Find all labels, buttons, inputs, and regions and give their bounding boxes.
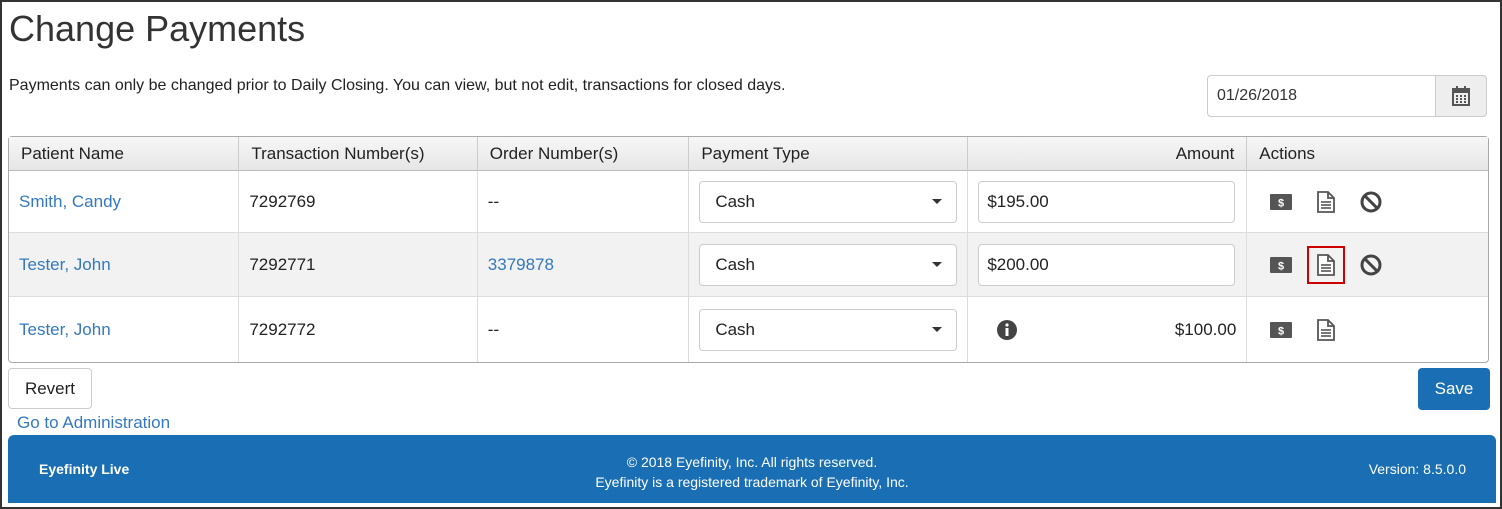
- footer: Eyefinity Live © 2018 Eyefinity, Inc. Al…: [8, 435, 1496, 503]
- amount-cell: $100.00: [978, 319, 1236, 341]
- header-payment-type: Payment Type: [689, 137, 969, 171]
- payment-type-value: Cash: [715, 254, 755, 274]
- table-row: Tester, John 7292771 3379878 Cash $: [9, 233, 1488, 297]
- chevron-down-icon: [932, 327, 943, 332]
- payments-table: Patient Name Transaction Number(s) Order…: [8, 136, 1489, 363]
- patient-link[interactable]: Tester, John: [19, 255, 111, 274]
- table-row: Smith, Candy 7292769 -- Cash $: [9, 171, 1488, 233]
- transaction-number: 7292769: [239, 171, 478, 233]
- transaction-number: 7292771: [239, 233, 478, 297]
- save-button[interactable]: Save: [1418, 368, 1490, 410]
- date-input[interactable]: [1207, 75, 1436, 117]
- table-row: Tester, John 7292772 -- Cash $100.00 $: [9, 297, 1488, 362]
- header-actions: Actions: [1247, 137, 1488, 171]
- chevron-down-icon: [932, 262, 943, 267]
- dollar-bill-icon: $: [1270, 256, 1293, 273]
- void-button[interactable]: [1355, 249, 1387, 281]
- date-picker: [1207, 75, 1487, 117]
- header-patient-name: Patient Name: [9, 137, 240, 171]
- table-header-row: Patient Name Transaction Number(s) Order…: [9, 137, 1488, 171]
- footer-legal: © 2018 Eyefinity, Inc. All rights reserv…: [8, 452, 1496, 492]
- header-transaction-number: Transaction Number(s): [239, 137, 478, 171]
- amount-input[interactable]: [978, 243, 1236, 286]
- header-order-number: Order Number(s): [477, 137, 690, 171]
- calendar-button[interactable]: [1436, 75, 1487, 117]
- patient-link[interactable]: Tester, John: [19, 320, 111, 339]
- receipt-button[interactable]: [1307, 245, 1346, 284]
- document-icon: [1317, 253, 1336, 276]
- page-title: Change Payments: [9, 8, 306, 49]
- svg-text:$: $: [1278, 260, 1284, 272]
- ban-icon: [1360, 191, 1382, 212]
- payment-action-button[interactable]: $: [1265, 249, 1297, 281]
- payment-action-button[interactable]: $: [1265, 186, 1297, 218]
- receipt-button[interactable]: [1310, 314, 1342, 346]
- svg-text:$: $: [1278, 325, 1284, 337]
- closing-notice: Payments can only be changed prior to Da…: [9, 77, 786, 94]
- revert-button[interactable]: Revert: [8, 368, 92, 409]
- dollar-bill-icon: $: [1270, 193, 1293, 210]
- order-link[interactable]: 3379878: [488, 255, 554, 274]
- order-number: --: [478, 297, 690, 362]
- payment-action-button[interactable]: $: [1265, 314, 1297, 346]
- dollar-bill-icon: $: [1270, 321, 1293, 338]
- payment-type-select[interactable]: Cash: [699, 180, 958, 223]
- calendar-icon: [1452, 86, 1470, 106]
- order-number: --: [477, 171, 690, 233]
- document-icon: [1317, 318, 1336, 341]
- amount-value: $100.00: [1174, 319, 1237, 339]
- payment-type-select[interactable]: Cash: [699, 243, 958, 286]
- payment-type-value: Cash: [715, 191, 755, 211]
- svg-text:$: $: [1278, 197, 1284, 209]
- footer-version: Version: 8.5.0.0: [1368, 461, 1466, 477]
- ban-icon: [1360, 254, 1382, 275]
- go-to-administration-link[interactable]: Go to Administration: [17, 413, 170, 433]
- patient-link[interactable]: Smith, Candy: [19, 192, 121, 211]
- transaction-number: 7292772: [239, 297, 478, 362]
- receipt-button[interactable]: [1310, 186, 1342, 218]
- footer-copyright: © 2018 Eyefinity, Inc. All rights reserv…: [626, 454, 878, 470]
- payment-type-select[interactable]: Cash: [699, 308, 958, 351]
- payment-type-value: Cash: [715, 319, 755, 339]
- document-icon: [1317, 190, 1336, 213]
- amount-input[interactable]: [978, 180, 1236, 223]
- info-circle-icon[interactable]: [996, 319, 1018, 341]
- void-button[interactable]: [1355, 186, 1387, 218]
- chevron-down-icon: [932, 199, 943, 204]
- footer-trademark: Eyefinity is a registered trademark of E…: [595, 474, 909, 490]
- header-amount: Amount: [968, 137, 1248, 171]
